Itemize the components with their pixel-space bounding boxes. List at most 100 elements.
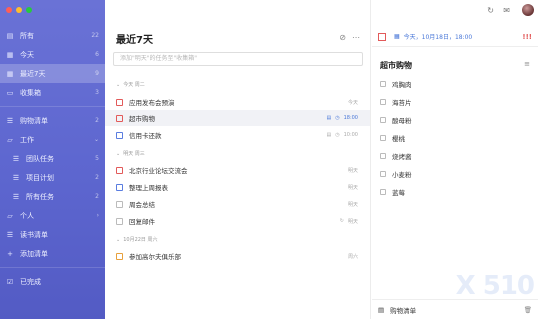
clock-icon: ◷ [335, 132, 340, 138]
sidebar-item-label: 今天 [20, 50, 34, 59]
task-row[interactable]: 应用发布会预演 今天 [105, 94, 370, 110]
subtask-checkbox[interactable] [380, 117, 386, 123]
task-date: 18:00 [343, 115, 358, 121]
chevron-down-icon: ⌄ [116, 81, 121, 88]
sidebar-folder-work[interactable]: ▱ 工作 ⌄ [0, 130, 105, 149]
plus-icon: + [7, 249, 13, 258]
sort-icon[interactable]: ⊘ [339, 33, 346, 42]
close-window-button[interactable] [6, 7, 12, 13]
subtask-checkbox[interactable] [380, 189, 386, 195]
sidebar-item-completed[interactable]: ☑ 已完成 [0, 272, 105, 291]
add-task-input[interactable]: 添加"明天"的任务至"收集箱" [113, 52, 363, 66]
task-row[interactable]: 周会总结 明天 [105, 196, 370, 212]
group-header[interactable]: ⌄ 明天 周三 [116, 150, 145, 158]
sidebar-item-count: 22 [91, 32, 99, 39]
task-row[interactable]: 整理上周报表 明天 [105, 179, 370, 195]
task-date: 明天 [347, 184, 358, 191]
subtask-item[interactable]: 蓝莓 [380, 187, 405, 197]
sidebar-item-label: 收集箱 [20, 88, 41, 97]
sidebar-item-team-tasks[interactable]: ☰ 团队任务 5 [0, 149, 105, 168]
task-row[interactable]: 北京行业论坛交流会 明天 [105, 162, 370, 178]
chevron-right-icon[interactable]: › [97, 212, 99, 219]
subtask-checkbox[interactable] [380, 135, 386, 141]
add-list-button[interactable]: + 添加清单 [0, 244, 105, 263]
due-date-button[interactable]: ▦ 今天，10月18日，18:00 [394, 32, 472, 41]
subtask-label: 海苔片 [392, 99, 412, 107]
detail-title[interactable]: 超市购物 [380, 60, 412, 71]
sidebar-item-all-tasks[interactable]: ☰ 所有任务 2 [0, 187, 105, 206]
sync-icon[interactable]: ↻ [487, 6, 494, 15]
sidebar-item-today[interactable]: ▦ 今天 6 [0, 45, 105, 64]
sidebar-folder-personal[interactable]: ▱ 个人 › [0, 206, 105, 225]
list-selector[interactable]: 购物清单 [390, 305, 416, 315]
sidebar-item-project-plan[interactable]: ☰ 项目计划 2 [0, 168, 105, 187]
sidebar-item-reading-list[interactable]: ☰ 读书清单 [0, 225, 105, 244]
page-title: 最近7天 [116, 35, 153, 46]
list-icon: ☰ [12, 192, 20, 201]
subtask-item[interactable]: 小麦粉 [380, 169, 412, 179]
task-checkbox[interactable] [116, 166, 123, 174]
task-row[interactable]: 参加高尔夫俱乐部 周六 [105, 248, 370, 264]
task-checkbox[interactable] [116, 252, 123, 260]
subtask-item[interactable]: 海苔片 [380, 97, 412, 107]
subtask-label: 小麦粉 [392, 171, 412, 179]
task-title: 信用卡还款 [129, 132, 162, 140]
detail-footer: ▤ 购物清单 🗑 [372, 299, 538, 319]
task-checkbox[interactable] [116, 131, 123, 139]
task-row[interactable]: 回复邮件 ↻ 明天 [105, 213, 370, 229]
task-date: 今天 [347, 99, 358, 106]
sidebar-item-all[interactable]: ▤ 所有 22 [0, 26, 105, 45]
task-meta: 明天 [348, 167, 370, 174]
chevron-down-icon: ⌄ [116, 236, 121, 243]
subtask-item[interactable]: 鸡胸肉 [380, 79, 412, 89]
group-header[interactable]: ⌄ 10月22日 周六 [116, 236, 158, 244]
sidebar-item-label: 所有 [20, 31, 34, 40]
avatar[interactable] [522, 4, 534, 16]
list-toolbar: ⊘ ⋯ [339, 33, 360, 42]
menu-icon[interactable]: ≡ [524, 60, 530, 68]
sidebar-item-count: 2 [95, 193, 99, 200]
subtask-checkbox[interactable] [380, 81, 386, 87]
more-icon[interactable]: ⋯ [352, 33, 360, 42]
task-title: 整理上周报表 [129, 184, 168, 192]
subtask-item[interactable]: 酸母粉 [380, 115, 412, 125]
subtask-icon: ▤ [326, 115, 332, 121]
mail-icon[interactable]: ✉ [503, 6, 510, 15]
task-checkbox[interactable] [378, 32, 386, 41]
task-meta: ▤ ◷ 18:00 [326, 115, 370, 121]
task-checkbox[interactable] [116, 200, 123, 208]
sidebar-item-label: 已完成 [20, 277, 41, 286]
detail-header: ▦ 今天，10月18日，18:00 !!! [372, 27, 538, 47]
folder-icon: ▱ [7, 135, 13, 144]
task-checkbox[interactable] [116, 114, 123, 122]
sidebar-item-next-7-days[interactable]: ▦ 最近7天 9 [0, 64, 105, 83]
list-icon: ☰ [12, 154, 20, 163]
subtask-item[interactable]: 烧烤酱 [380, 151, 412, 161]
subtask-checkbox[interactable] [380, 153, 386, 159]
sidebar-item-shopping-list[interactable]: ☰ 购物清单 2 [0, 111, 105, 130]
task-checkbox[interactable] [116, 217, 123, 225]
zoom-window-button[interactable] [26, 7, 32, 13]
sidebar-item-label: 所有任务 [26, 192, 54, 201]
priority-flag[interactable]: !!! [522, 33, 532, 41]
chevron-down-icon: ⌄ [116, 150, 121, 157]
sidebar-item-count: 5 [95, 155, 99, 162]
task-checkbox[interactable] [116, 98, 123, 106]
subtask-checkbox[interactable] [380, 171, 386, 177]
folder-icon: ▱ [7, 211, 13, 220]
task-title: 超市购物 [129, 115, 155, 123]
minimize-window-button[interactable] [16, 7, 22, 13]
trash-icon[interactable]: 🗑 [524, 306, 532, 314]
subtask-checkbox[interactable] [380, 99, 386, 105]
chevron-down-icon[interactable]: ⌄ [94, 136, 99, 143]
tray-icon: ▭ [6, 88, 14, 97]
task-row[interactable]: 超市购物 ▤ ◷ 18:00 [105, 110, 370, 126]
sidebar: ▤ 所有 22 ▦ 今天 6 ▦ 最近7天 9 ▭ 收集箱 3 ☰ 购物清单 2… [0, 0, 105, 319]
sidebar-item-inbox[interactable]: ▭ 收集箱 3 [0, 83, 105, 102]
group-header[interactable]: ⌄ 今天 周二 [116, 81, 145, 89]
sidebar-item-label: 购物清单 [20, 116, 48, 125]
task-row[interactable]: 信用卡还款 ▤ ◷ 10:00 [105, 127, 370, 143]
task-checkbox[interactable] [116, 183, 123, 191]
subtask-item[interactable]: 樱桃 [380, 133, 405, 143]
calendar-week-icon: ▦ [6, 69, 14, 78]
